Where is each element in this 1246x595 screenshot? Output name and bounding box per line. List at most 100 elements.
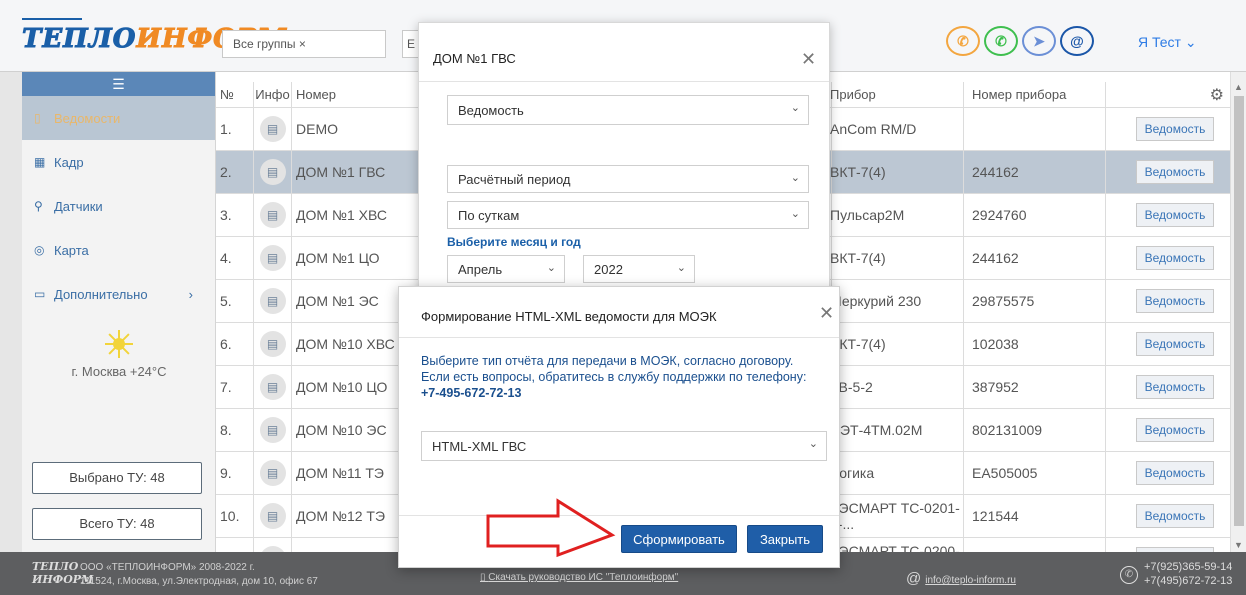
scroll-down-icon[interactable]: ▼ — [1234, 540, 1243, 550]
row-device: Меркурий 230 — [826, 280, 964, 322]
group-filter-chip[interactable]: Все группы × — [222, 30, 386, 58]
report-button[interactable]: Ведомость — [1136, 504, 1214, 528]
info-icon[interactable]: ▤ — [259, 202, 286, 228]
sidebar-item-label: Кадр — [54, 154, 84, 170]
row-no: 3. — [216, 194, 254, 236]
total-tu-button[interactable]: Всего ТУ: 48 — [32, 508, 202, 540]
report-button[interactable]: Ведомость — [1136, 289, 1214, 313]
info-cell: ▤ — [254, 108, 292, 150]
logo[interactable]: ТЕПЛОИНФОРМ — [21, 18, 287, 55]
granularity-select[interactable]: По суткам ⌄ — [447, 201, 809, 229]
sidebar-item-sensors[interactable]: ⚲ Датчики — [22, 184, 215, 228]
telegram-icon[interactable]: ➤ — [1022, 26, 1056, 56]
row-device: ВКТ-7(4) — [826, 237, 964, 279]
row-device-number: 121544 — [964, 495, 1106, 537]
report-button[interactable]: Ведомость — [1136, 203, 1214, 227]
row-device: ТЭСМАРТ ТС-0201-0-... — [826, 495, 964, 537]
chevron-down-icon: ⌄ — [790, 208, 800, 220]
row-device-number: 2924760 — [964, 194, 1106, 236]
row-actions: Ведомость — [1106, 151, 1230, 193]
phone-1[interactable]: +7(925)365-59-14 — [1144, 560, 1232, 574]
report-button[interactable]: Ведомость — [1136, 332, 1214, 356]
row-no: 5. — [216, 280, 254, 322]
row-device: ВКТ-7(4) — [826, 323, 964, 365]
col-device-number[interactable]: Номер прибора — [964, 82, 1106, 107]
table-scrollbar[interactable]: ▲ ▼ — [1230, 72, 1246, 552]
selected-tu-button[interactable]: Выбрано ТУ: 48 — [32, 462, 202, 494]
chevron-down-icon: ⌄ — [546, 262, 556, 274]
row-no: 2. — [216, 151, 254, 193]
report-button[interactable]: Ведомость — [1136, 418, 1214, 442]
gear-icon[interactable]: ⚙ — [1210, 85, 1224, 105]
row-device-number: 244162 — [964, 151, 1106, 193]
info-icon[interactable]: ▤ — [259, 503, 286, 529]
sidebar-item-label: Датчики — [54, 198, 103, 214]
sidebar-item-reports[interactable]: ▯ Ведомости — [22, 96, 215, 140]
footer-company: ООО «ТЕПЛОИНФОРМ» 2008-2022 г. 111524, г… — [80, 561, 318, 589]
logo-text-blue: ТЕПЛО — [21, 24, 137, 55]
weather-widget: г. Москва +24°С — [22, 330, 216, 379]
phone-icon[interactable]: ✆ — [946, 26, 980, 56]
close-icon[interactable]: ✕ — [801, 49, 816, 70]
whatsapp-icon[interactable]: ✆ — [984, 26, 1018, 56]
phone-2[interactable]: +7(495)672-72-13 — [1144, 574, 1232, 588]
col-info[interactable]: Инфо — [254, 82, 292, 107]
sidebar-item-map[interactable]: ◎ Карта — [22, 228, 215, 272]
info-icon[interactable]: ▤ — [259, 460, 286, 486]
footer-email-link[interactable]: @ info@teplo-inform.ru — [906, 570, 1016, 587]
row-device-number: 802131009 — [964, 409, 1106, 451]
modal-title: ДОМ №1 ГВС — [433, 51, 516, 66]
phone-icon: ✆ — [1120, 566, 1138, 584]
doc-icon: ▯ — [34, 111, 41, 125]
report-button[interactable]: Ведомость — [1136, 117, 1214, 141]
row-actions: Ведомость — [1106, 495, 1230, 537]
info-icon[interactable]: ▤ — [259, 331, 286, 357]
generate-button[interactable]: Сформировать — [621, 525, 737, 553]
report-type-select[interactable]: Ведомость ⌄ — [447, 95, 809, 125]
sidebar-item-extra[interactable]: ▭ Дополнительно › — [22, 272, 215, 316]
info-icon[interactable]: ▤ — [259, 116, 286, 142]
scroll-thumb[interactable] — [1234, 96, 1244, 526]
info-cell: ▤ — [254, 452, 292, 494]
row-actions: Ведомость — [1106, 194, 1230, 236]
support-phone[interactable]: +7-495-672-72-13 — [421, 385, 831, 401]
report-button[interactable]: Ведомость — [1136, 461, 1214, 485]
company-name: ООО «ТЕПЛОИНФОРМ» 2008-2022 г. — [80, 562, 255, 573]
year-select[interactable]: 2022 ⌄ — [583, 255, 695, 283]
report-button[interactable]: Ведомость — [1136, 160, 1214, 184]
report-button[interactable]: Ведомость — [1136, 375, 1214, 399]
month-select[interactable]: Апрель ⌄ — [447, 255, 565, 283]
row-actions: Ведомость — [1106, 366, 1230, 408]
info-cell: ▤ — [254, 194, 292, 236]
close-button[interactable]: Закрыть — [747, 525, 823, 553]
info-icon[interactable]: ▤ — [259, 417, 286, 443]
download-guide-link[interactable]: ▯ Скачать руководство ИС "Теплоинформ" — [480, 572, 678, 583]
sidebar: ☰ ▯ Ведомости ▦ Кадр ⚲ Датчики ◎ Карта ▭… — [22, 72, 216, 552]
email-icon: @ — [906, 570, 922, 587]
row-no: 7. — [216, 366, 254, 408]
info-icon[interactable]: ▤ — [259, 374, 286, 400]
close-icon[interactable]: ✕ — [819, 303, 834, 324]
export-type-select[interactable]: HTML-XML ГВС ⌄ — [421, 431, 827, 461]
col-no[interactable]: № — [216, 82, 254, 107]
email-icon[interactable]: @ — [1060, 26, 1094, 56]
chevron-down-icon: ⌄ — [790, 102, 800, 114]
col-device[interactable]: Прибор — [826, 82, 964, 107]
info-icon[interactable]: ▤ — [259, 288, 286, 314]
company-address: 111524, г.Москва, ул.Электродная, дом 10… — [80, 576, 318, 587]
row-actions: Ведомость — [1106, 108, 1230, 150]
info-icon[interactable]: ▤ — [259, 159, 286, 185]
scroll-up-icon[interactable]: ▲ — [1234, 82, 1243, 92]
row-device: ВКТ-7(4) — [826, 151, 964, 193]
info-cell: ▤ — [254, 237, 292, 279]
info-icon[interactable]: ▤ — [259, 245, 286, 271]
period-type-select[interactable]: Расчётный период ⌄ — [447, 165, 809, 193]
row-no: 8. — [216, 409, 254, 451]
sidebar-item-frame[interactable]: ▦ Кадр — [22, 140, 215, 184]
object-report-modal: ДОМ №1 ГВС ✕ Ведомость ⌄ Расчётный период… — [418, 22, 830, 302]
sidebar-toggle-icon[interactable]: ☰ — [22, 72, 215, 96]
user-menu[interactable]: Я Тест ⌄ — [1138, 34, 1197, 51]
report-button[interactable]: Ведомость — [1136, 246, 1214, 270]
row-device: AnCom RM/D — [826, 108, 964, 150]
red-arrow-annotation — [486, 498, 616, 558]
